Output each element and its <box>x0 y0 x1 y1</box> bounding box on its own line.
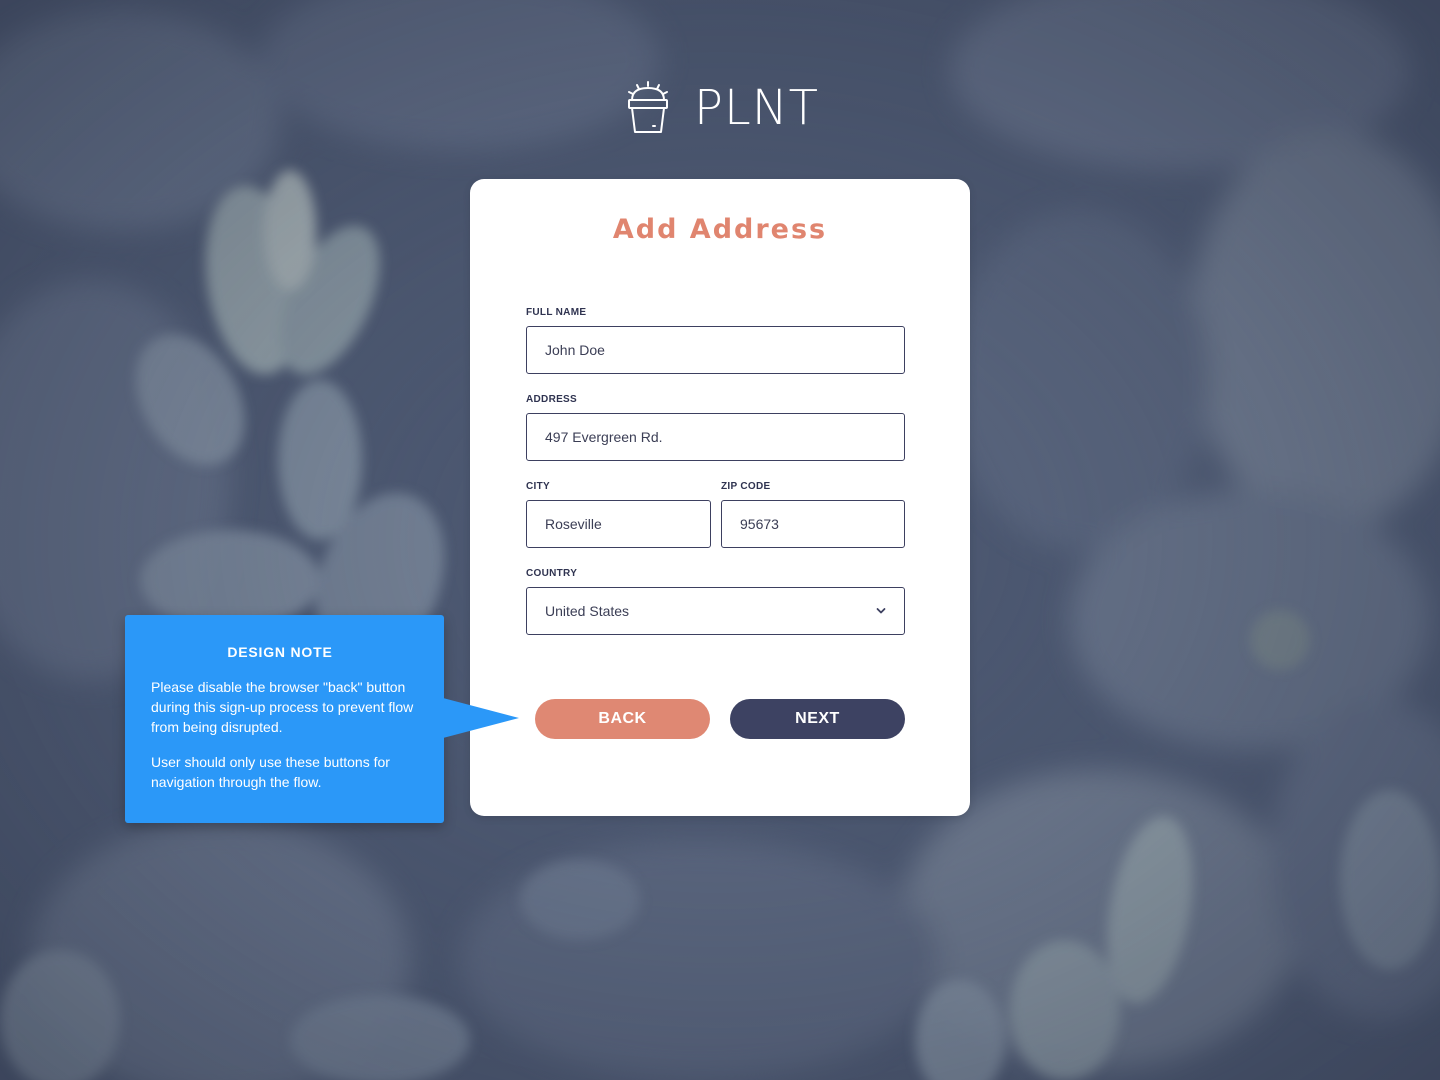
design-note-callout: DESIGN NOTE Please disable the browser "… <box>125 615 444 823</box>
city-label: CITY <box>526 481 550 492</box>
brand-logo: PLNT <box>626 78 819 138</box>
address-input[interactable] <box>526 413 905 461</box>
full-name-label: FULL NAME <box>526 307 587 318</box>
country-label: COUNTRY <box>526 568 578 579</box>
next-button[interactable]: NEXT <box>730 699 905 739</box>
back-button[interactable]: BACK <box>535 699 710 739</box>
brand-name: PLNT <box>694 80 819 136</box>
address-label: ADDRESS <box>526 394 577 405</box>
design-note-title: DESIGN NOTE <box>227 644 333 660</box>
full-name-input[interactable] <box>526 326 905 374</box>
plant-pot-icon <box>628 81 668 133</box>
country-selected-value: United States <box>545 603 630 619</box>
country-select[interactable]: United States <box>526 587 905 635</box>
page-title: Add Address <box>612 214 828 245</box>
zip-code-input[interactable] <box>721 500 905 548</box>
city-input[interactable] <box>526 500 711 548</box>
design-note-paragraph: Please disable the browser "back" button… <box>151 679 414 735</box>
chevron-down-icon <box>876 608 886 614</box>
design-note-paragraph: User should only use these buttons for n… <box>151 754 390 790</box>
zip-code-label: ZIP CODE <box>721 481 771 492</box>
design-note-pointer <box>443 698 519 738</box>
